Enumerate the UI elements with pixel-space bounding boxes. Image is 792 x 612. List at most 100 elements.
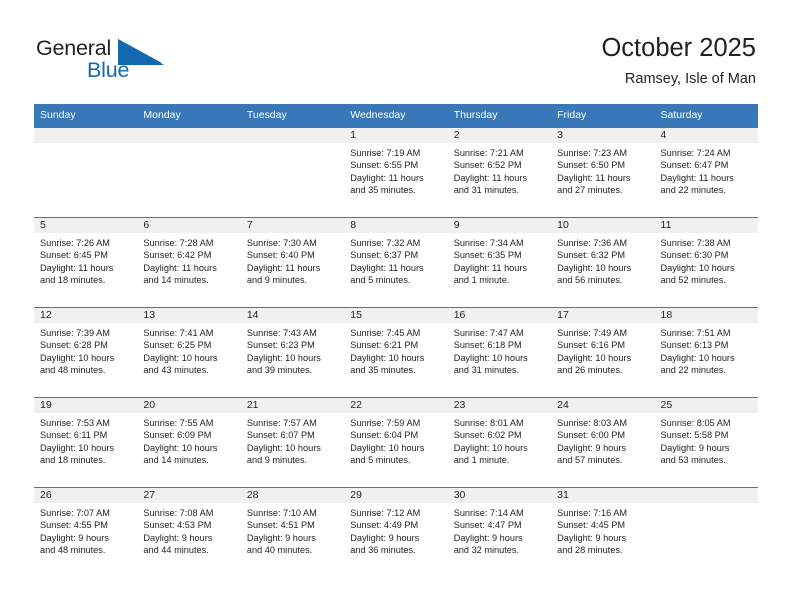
day-number: 4 (654, 128, 758, 143)
calendar-day-cell[interactable]: 6 Sunrise: 7:28 AM Sunset: 6:42 PM Daylight… (137, 217, 241, 308)
daylight-duration-line2: and 1 minute. (453, 275, 510, 286)
logo-text-general: General (36, 36, 112, 60)
day-number: 16 (447, 308, 552, 323)
daylight-duration-line1: Daylight: 11 hours (40, 262, 114, 273)
calendar-day-cell[interactable]: 28 Sunrise: 7:10 AM Sunset: 4:51 PM Dayligh… (240, 487, 345, 577)
day-details: Sunrise: 7:28 AM Sunset: 6:42 PM Daylight:… (137, 233, 240, 287)
calendar-day-cell[interactable]: 22 Sunrise: 7:59 AM Sunset: 6:04 PM Dayligh… (344, 397, 448, 488)
calendar-day-cell[interactable]: 19 Sunrise: 7:53 AM Sunset: 6:11 PM Dayligh… (34, 397, 138, 488)
daylight-duration-line1: Daylight: 10 hours (246, 352, 321, 363)
daylight-duration-line1: Daylight: 10 hours (660, 352, 735, 363)
calendar-day-cell[interactable]: 30 Sunrise: 7:14 AM Sunset: 4:47 PM Dayligh… (447, 487, 552, 577)
calendar-day-cell[interactable]: 1 Sunrise: 7:19 AM Sunset: 6:55 PM Daylight… (344, 127, 448, 218)
calendar-week-row: 19 Sunrise: 7:53 AM Sunset: 6:11 PM Dayligh… (34, 397, 758, 488)
calendar-day-cell[interactable]: 12 Sunrise: 7:39 AM Sunset: 6:28 PM Dayligh… (34, 307, 138, 398)
sunset-time: Sunset: 6:47 PM (660, 160, 729, 171)
daylight-duration-line2: and 14 minutes. (143, 455, 209, 466)
day-number: 11 (654, 218, 758, 233)
calendar-day-cell[interactable]: 17 Sunrise: 7:49 AM Sunset: 6:16 PM Dayligh… (551, 307, 655, 398)
sunrise-time: Sunrise: 7:49 AM (557, 328, 628, 338)
calendar-day-cell[interactable]: 2 Sunrise: 7:21 AM Sunset: 6:52 PM Daylight… (447, 127, 552, 218)
sunrise-time: Sunrise: 7:19 AM (350, 148, 421, 158)
sunset-time: Sunset: 6:37 PM (350, 250, 419, 261)
sunset-time: Sunset: 6:23 PM (246, 340, 315, 351)
daylight-duration-line2: and 18 minutes. (40, 455, 106, 466)
calendar-week-row: 26 Sunrise: 7:07 AM Sunset: 4:55 PM Dayligh… (34, 487, 758, 577)
calendar-day-cell[interactable]: 26 Sunrise: 7:07 AM Sunset: 4:55 PM Dayligh… (34, 487, 138, 577)
calendar-day-cell[interactable]: 31 Sunrise: 7:16 AM Sunset: 4:45 PM Dayligh… (551, 487, 655, 577)
sunset-time: Sunset: 6:50 PM (557, 160, 626, 171)
calendar-day-cell[interactable]: 14 Sunrise: 7:43 AM Sunset: 6:23 PM Dayligh… (240, 307, 345, 398)
sunset-time: Sunset: 6:28 PM (40, 340, 108, 351)
sunset-time: Sunset: 6:18 PM (453, 340, 522, 351)
calendar-day-cell[interactable]: 24 Sunrise: 8:03 AM Sunset: 6:00 PM Dayligh… (551, 397, 655, 488)
day-details: Sunrise: 7:36 AM Sunset: 6:32 PM Daylight:… (551, 233, 654, 287)
day-number: 13 (137, 308, 241, 323)
calendar-day-cell[interactable]: 5 Sunrise: 7:26 AM Sunset: 6:45 PM Daylight… (34, 217, 138, 308)
calendar-day-cell-empty (137, 127, 241, 218)
day-details: Sunrise: 7:45 AM Sunset: 6:21 PM Daylight:… (344, 323, 447, 377)
daylight-duration-line1: Daylight: 10 hours (40, 352, 115, 363)
logo-text-blue: Blue (87, 58, 130, 82)
general-blue-logo: General Blue (36, 36, 166, 86)
calendar-day-cell[interactable]: 23 Sunrise: 8:01 AM Sunset: 6:02 PM Dayligh… (447, 397, 552, 488)
day-details: Sunrise: 8:01 AM Sunset: 6:02 PM Daylight:… (448, 413, 551, 467)
day-number: 22 (344, 398, 448, 413)
weekday-header-saturday: Saturday (654, 104, 758, 128)
calendar-day-cell[interactable]: 4 Sunrise: 7:24 AM Sunset: 6:47 PM Daylight… (654, 127, 758, 218)
calendar-day-cell[interactable]: 3 Sunrise: 7:23 AM Sunset: 6:50 PM Daylight… (551, 127, 655, 218)
day-details: Sunrise: 7:14 AM Sunset: 4:47 PM Daylight:… (448, 503, 551, 557)
day-number: 20 (137, 398, 241, 413)
day-details: Sunrise: 7:16 AM Sunset: 4:45 PM Daylight:… (551, 503, 654, 557)
sunset-time: Sunset: 6:25 PM (143, 340, 212, 351)
daylight-duration-line1: Daylight: 10 hours (453, 352, 528, 363)
day-details: Sunrise: 7:12 AM Sunset: 4:49 PM Daylight:… (344, 503, 447, 557)
day-number (34, 128, 138, 143)
weekday-header-wednesday: Wednesday (344, 104, 448, 128)
calendar-day-cell[interactable]: 10 Sunrise: 7:36 AM Sunset: 6:32 PM Dayligh… (551, 217, 655, 308)
daylight-duration-line1: Daylight: 10 hours (453, 442, 528, 453)
day-details: Sunrise: 7:34 AM Sunset: 6:35 PM Daylight:… (448, 233, 551, 287)
sunset-time: Sunset: 6:42 PM (143, 250, 212, 261)
calendar-week-row: 5 Sunrise: 7:26 AM Sunset: 6:45 PM Daylight… (34, 217, 758, 308)
daylight-duration-line2: and 14 minutes. (143, 275, 209, 286)
day-number: 8 (344, 218, 448, 233)
daylight-duration-line1: Daylight: 9 hours (660, 442, 730, 453)
daylight-duration-line1: Daylight: 10 hours (660, 262, 735, 273)
calendar-day-cell[interactable]: 21 Sunrise: 7:57 AM Sunset: 6:07 PM Dayligh… (240, 397, 345, 488)
day-details: Sunrise: 7:32 AM Sunset: 6:37 PM Daylight:… (344, 233, 447, 287)
sunset-time: Sunset: 6:52 PM (453, 160, 522, 171)
calendar-day-cell[interactable]: 16 Sunrise: 7:47 AM Sunset: 6:18 PM Dayligh… (447, 307, 552, 398)
daylight-duration-line2: and 31 minutes. (453, 185, 520, 196)
calendar-day-cell[interactable]: 9 Sunrise: 7:34 AM Sunset: 6:35 PM Daylight… (447, 217, 552, 308)
calendar-day-cell[interactable]: 7 Sunrise: 7:30 AM Sunset: 6:40 PM Daylight… (240, 217, 345, 308)
daylight-duration-line1: Daylight: 11 hours (557, 172, 631, 183)
daylight-duration-line2: and 52 minutes. (660, 275, 726, 286)
sunrise-time: Sunrise: 7:23 AM (557, 148, 628, 158)
day-number: 15 (344, 308, 448, 323)
calendar-day-cell[interactable]: 29 Sunrise: 7:12 AM Sunset: 4:49 PM Dayligh… (344, 487, 448, 577)
calendar-day-cell[interactable]: 11 Sunrise: 7:38 AM Sunset: 6:30 PM Dayligh… (654, 217, 758, 308)
day-number: 9 (447, 218, 552, 233)
day-details: Sunrise: 7:47 AM Sunset: 6:18 PM Daylight:… (448, 323, 551, 377)
calendar-week-row: 12 Sunrise: 7:39 AM Sunset: 6:28 PM Dayligh… (34, 307, 758, 398)
daylight-duration-line2: and 31 minutes. (453, 365, 520, 376)
day-details: Sunrise: 7:39 AM Sunset: 6:28 PM Daylight:… (34, 323, 137, 377)
day-details: Sunrise: 7:49 AM Sunset: 6:16 PM Daylight:… (551, 323, 654, 377)
weekday-header-monday: Monday (137, 104, 241, 128)
calendar-day-cell[interactable]: 27 Sunrise: 7:08 AM Sunset: 4:53 PM Dayligh… (137, 487, 241, 577)
sunrise-time: Sunrise: 7:07 AM (40, 508, 110, 518)
sunrise-time: Sunrise: 7:08 AM (143, 508, 214, 518)
daylight-duration-line2: and 26 minutes. (557, 365, 623, 376)
daylight-duration-line2: and 32 minutes. (453, 545, 520, 556)
calendar-day-cell[interactable]: 8 Sunrise: 7:32 AM Sunset: 6:37 PM Daylight… (344, 217, 448, 308)
sunrise-time: Sunrise: 7:32 AM (350, 238, 421, 248)
calendar-day-cell[interactable]: 13 Sunrise: 7:41 AM Sunset: 6:25 PM Dayligh… (137, 307, 241, 398)
calendar-day-cell[interactable]: 20 Sunrise: 7:55 AM Sunset: 6:09 PM Dayligh… (137, 397, 241, 488)
calendar-day-cell[interactable]: 25 Sunrise: 8:05 AM Sunset: 5:58 PM Dayligh… (654, 397, 758, 488)
calendar-day-cell[interactable]: 18 Sunrise: 7:51 AM Sunset: 6:13 PM Dayligh… (654, 307, 758, 398)
calendar-day-cell[interactable]: 15 Sunrise: 7:45 AM Sunset: 6:21 PM Dayligh… (344, 307, 448, 398)
title-block: October 2025 Ramsey, Isle of Man (601, 33, 756, 88)
sunrise-time: Sunrise: 7:12 AM (350, 508, 421, 518)
daylight-duration-line1: Daylight: 11 hours (350, 172, 424, 183)
